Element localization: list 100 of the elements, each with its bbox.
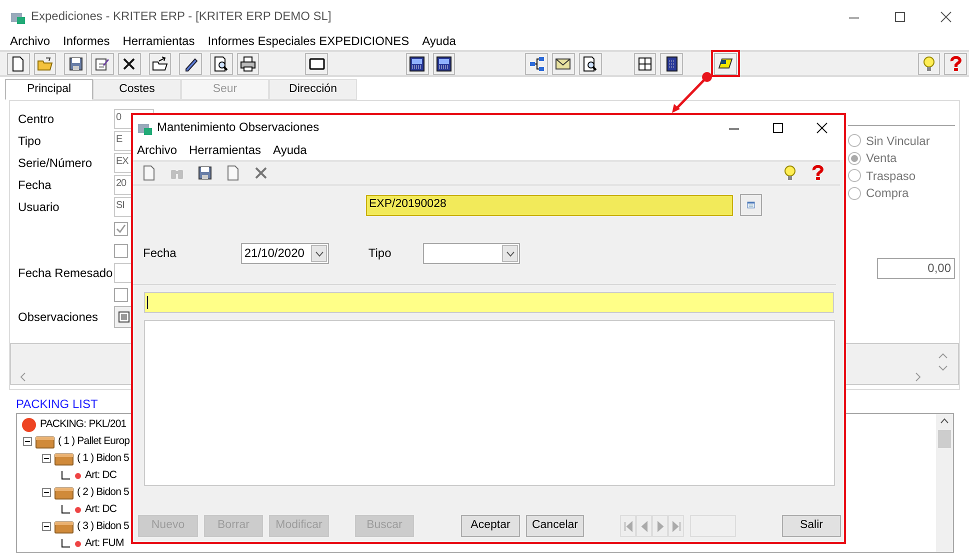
tree-item[interactable]: ( 3 ) Bidon 5 bbox=[77, 520, 129, 533]
highlight-frame bbox=[711, 50, 740, 77]
help-icon[interactable] bbox=[810, 165, 826, 181]
tree-item[interactable]: ( 1 ) Pallet Europ bbox=[58, 435, 130, 448]
tree-branch-icon bbox=[61, 470, 71, 480]
help-icon bbox=[948, 56, 964, 72]
toolbar-button[interactable] bbox=[118, 52, 141, 74]
last-record-icon bbox=[670, 520, 682, 532]
dialog-button[interactable]: Salir bbox=[782, 515, 841, 537]
maximize-icon[interactable] bbox=[771, 120, 785, 134]
toolbar-button[interactable] bbox=[91, 52, 114, 74]
collapse-icon[interactable] bbox=[42, 488, 51, 497]
toolbar-button[interactable] bbox=[432, 52, 456, 74]
radio-button[interactable] bbox=[848, 134, 861, 148]
toolbar-button[interactable] bbox=[236, 52, 260, 74]
menu-item[interactable]: Archivo bbox=[10, 34, 50, 49]
box-icon bbox=[54, 452, 74, 466]
amount-field[interactable]: 0,00 bbox=[877, 258, 955, 279]
date-dropdown[interactable]: 21/10/2020 bbox=[241, 243, 330, 264]
toolbar-button[interactable] bbox=[578, 52, 602, 74]
terminal-icon bbox=[436, 56, 452, 72]
radio-button[interactable] bbox=[848, 169, 861, 182]
checkbox[interactable] bbox=[114, 222, 128, 236]
bullet-icon bbox=[74, 472, 82, 480]
toolbar-button[interactable] bbox=[634, 52, 656, 74]
toolbar-button[interactable] bbox=[660, 52, 683, 74]
menu-item[interactable]: Herramientas bbox=[122, 34, 195, 49]
toolbar-button[interactable] bbox=[179, 52, 202, 74]
close-icon[interactable] bbox=[815, 120, 829, 134]
dialog-title: Mantenimiento Observaciones bbox=[157, 120, 320, 135]
hierarchy-icon bbox=[528, 56, 545, 72]
section-title: PACKING LIST bbox=[15, 396, 99, 413]
scroll-up-icon[interactable] bbox=[940, 418, 949, 424]
tree-item[interactable]: ( 1 ) Bidon 5 bbox=[77, 452, 129, 465]
checkbox[interactable] bbox=[114, 244, 128, 258]
terminal-icon bbox=[409, 56, 426, 72]
first-record-icon bbox=[622, 520, 634, 532]
tree-item[interactable]: Art: DC bbox=[85, 503, 117, 516]
menu-item[interactable]: Ayuda bbox=[273, 142, 307, 158]
tab[interactable]: Costes bbox=[93, 79, 181, 100]
text-input[interactable] bbox=[144, 292, 834, 313]
radio-label: Traspaso bbox=[866, 168, 916, 183]
window-icon bbox=[308, 56, 325, 72]
tree-item[interactable]: Art: FUM bbox=[85, 537, 124, 550]
date-value: 21/10/2020 bbox=[244, 246, 304, 261]
toolbar-button[interactable] bbox=[64, 52, 88, 74]
menu-item[interactable]: Ayuda bbox=[422, 34, 456, 49]
menu-item[interactable]: Archivo bbox=[137, 142, 178, 158]
reference-field[interactable]: EXP/20190028 bbox=[366, 194, 733, 216]
toolbar-button[interactable] bbox=[148, 52, 172, 74]
dialog-button[interactable]: Cancelar bbox=[526, 515, 584, 537]
collapse-icon[interactable] bbox=[42, 522, 51, 531]
status-ball-icon bbox=[21, 416, 37, 432]
tab[interactable]: Principal bbox=[5, 79, 93, 100]
toolbar-button[interactable] bbox=[406, 52, 429, 74]
toolbar-button[interactable] bbox=[714, 52, 737, 74]
tab[interactable]: Dirección bbox=[269, 79, 357, 100]
save-icon bbox=[68, 56, 84, 72]
tree-branch-icon bbox=[61, 538, 71, 548]
bullet-icon bbox=[74, 540, 82, 548]
tree-branch-icon bbox=[61, 504, 71, 514]
toolbar-button[interactable] bbox=[525, 52, 548, 74]
toolbar-button[interactable] bbox=[305, 52, 328, 74]
dialog-button[interactable]: Aceptar bbox=[461, 515, 520, 537]
chevron-down-icon bbox=[314, 250, 324, 256]
chevron-down-icon bbox=[506, 250, 515, 256]
print-preview-icon bbox=[582, 56, 598, 72]
close-icon[interactable] bbox=[939, 10, 953, 24]
radio-label: Compra bbox=[866, 186, 909, 200]
tree-item[interactable]: ( 2 ) Bidon 5 bbox=[77, 486, 129, 499]
toolbar-button[interactable] bbox=[552, 52, 575, 74]
window-title: Expediciones - KRITER ERP - [KRITER ERP DEMO SL] bbox=[31, 9, 332, 24]
tree-item[interactable]: Art: DC bbox=[85, 469, 117, 482]
tree-item[interactable]: PACKING: PKL/201 bbox=[40, 418, 126, 431]
menu-item[interactable]: Informes Especiales EXPEDICIONES bbox=[208, 34, 410, 49]
folder-icon bbox=[37, 56, 54, 72]
printer-icon bbox=[240, 56, 256, 72]
radio-button[interactable] bbox=[848, 152, 861, 165]
pen-icon bbox=[182, 56, 199, 72]
box-icon bbox=[35, 434, 55, 448]
menu-item[interactable]: Informes bbox=[63, 34, 110, 49]
box-icon bbox=[54, 486, 74, 500]
radio-button[interactable] bbox=[848, 186, 861, 200]
toolbar-button[interactable] bbox=[7, 52, 30, 74]
collapse-icon[interactable] bbox=[23, 437, 32, 446]
check-icon bbox=[116, 224, 126, 234]
lookup-button[interactable] bbox=[740, 194, 762, 216]
toolbar-button[interactable] bbox=[210, 52, 233, 74]
field-label: Fecha Remesado bbox=[18, 266, 114, 280]
radio-label: Sin Vincular bbox=[866, 134, 930, 148]
menu-item[interactable]: Herramientas bbox=[189, 142, 262, 158]
new-document-icon bbox=[10, 56, 26, 72]
scrollbar-thumb[interactable] bbox=[938, 430, 951, 448]
lightbulb-icon bbox=[921, 56, 937, 72]
checkbox[interactable] bbox=[114, 288, 128, 302]
field-label: Usuario bbox=[18, 200, 60, 214]
collapse-icon[interactable] bbox=[42, 454, 51, 463]
maximize-icon[interactable] bbox=[893, 10, 907, 24]
lightbulb-icon[interactable] bbox=[782, 165, 798, 181]
save-icon[interactable] bbox=[197, 165, 213, 181]
